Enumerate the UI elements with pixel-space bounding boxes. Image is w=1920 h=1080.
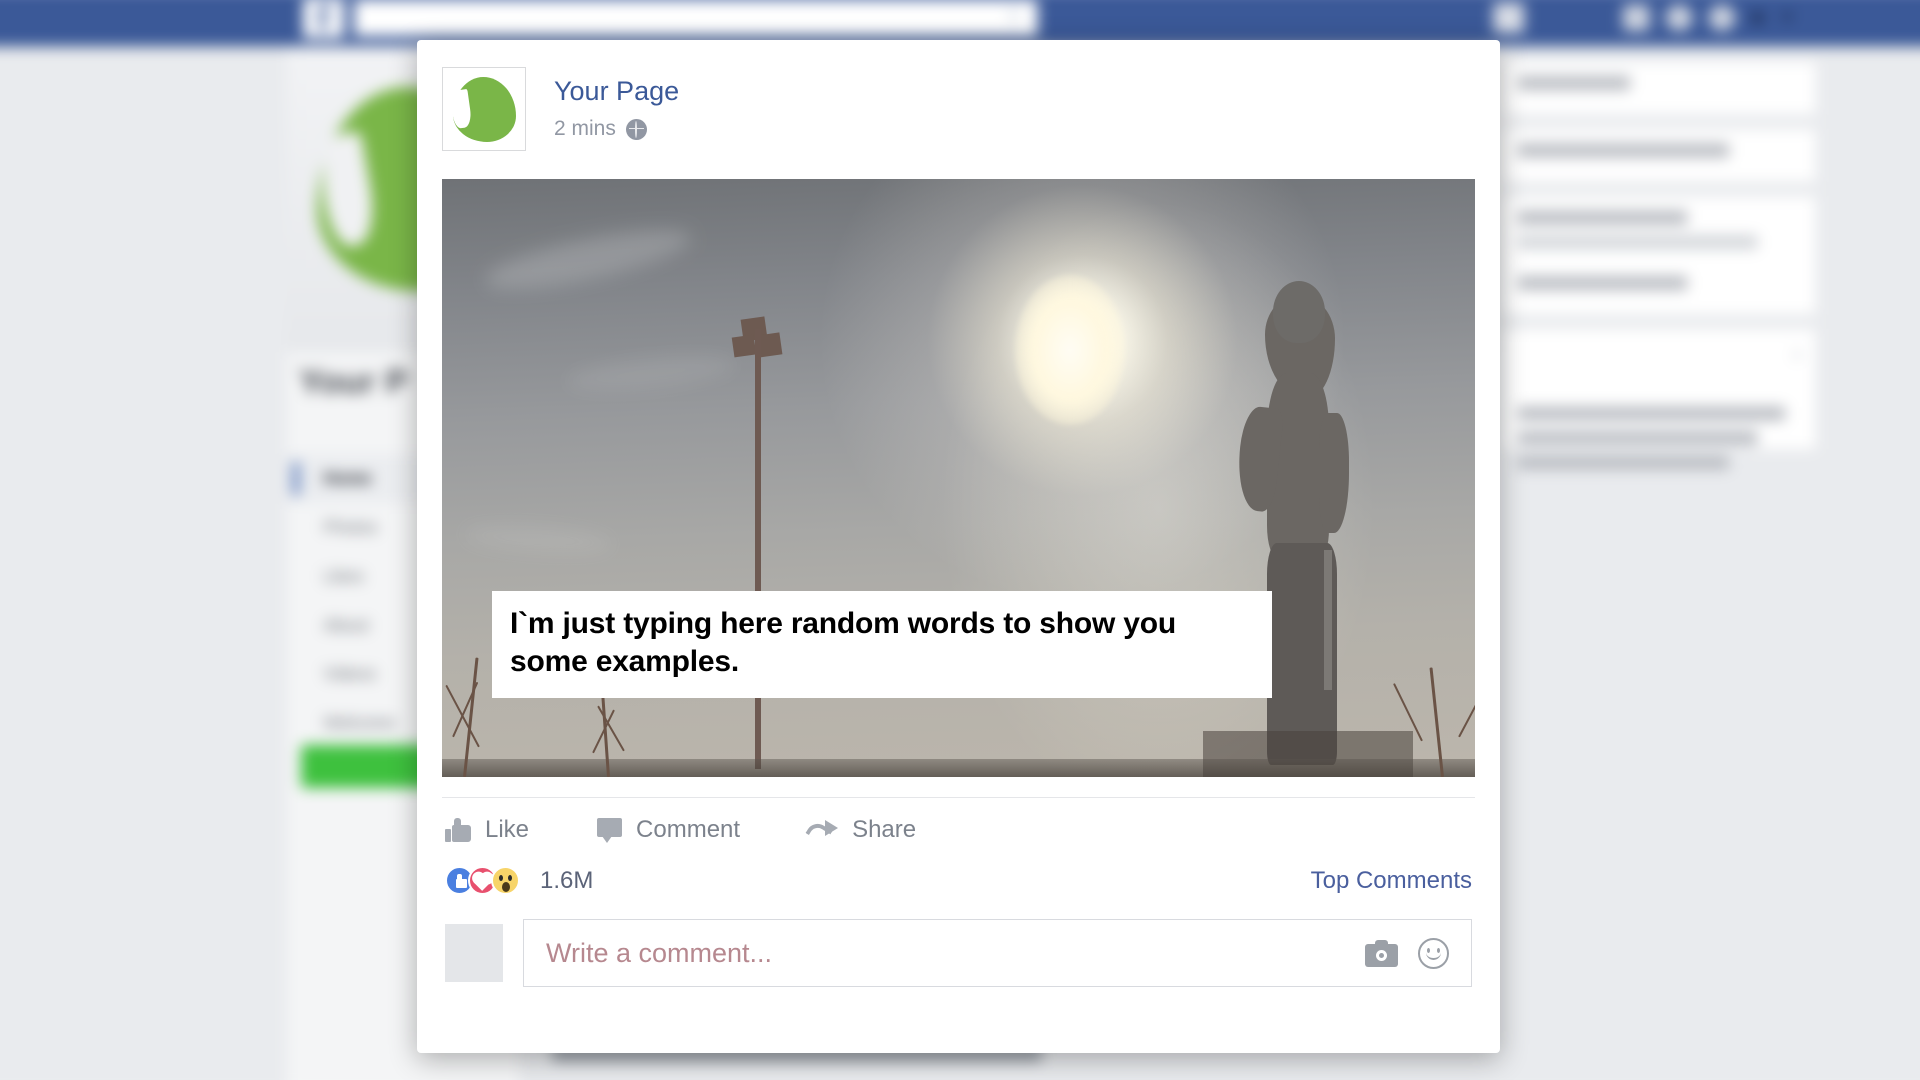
account-menu-icon[interactable] [1780, 13, 1795, 22]
comment-input[interactable]: Write a comment... [523, 919, 1472, 987]
card-line [1517, 75, 1631, 91]
search-input[interactable]: ⚲ [354, 0, 1038, 37]
photo-light-pole [754, 328, 761, 769]
photo-ground [442, 759, 1475, 777]
post-timestamp[interactable]: 2 mins [554, 117, 616, 141]
page-right-rail: › [1500, 60, 1817, 470]
composer-avatar [445, 924, 503, 982]
post-header: Your Page 2 mins [417, 40, 1500, 151]
navbar-profile-name[interactable] [1540, 9, 1572, 27]
photo-sun [1015, 274, 1126, 425]
page-avatar-leaf-logo-icon [453, 77, 516, 142]
post-meta: 2 mins [554, 117, 679, 141]
page-subtitle [299, 416, 354, 433]
like-button-label: Like [485, 816, 530, 843]
card-line [1517, 235, 1758, 250]
wow-reaction-icon [491, 866, 520, 895]
comment-button-label: Comment [636, 816, 741, 843]
right-rail-card-4: › [1500, 327, 1817, 470]
post-action-bar: Like Comment Share [417, 798, 1500, 862]
share-button-label: Share [852, 816, 917, 843]
photo-caption-overlay: I`m just typing here random words to sho… [492, 591, 1272, 698]
post-header-text: Your Page 2 mins [554, 67, 679, 141]
reaction-count[interactable]: 1.6M [540, 867, 593, 895]
screen: f ⚲ Your P Home Photos Likes About Video… [0, 0, 1920, 1080]
smiley-icon[interactable] [1418, 937, 1449, 969]
card-line [1517, 143, 1730, 158]
card-line [1517, 275, 1687, 291]
chevron-right-icon[interactable]: › [1794, 343, 1801, 366]
navbar-avatar[interactable] [1493, 2, 1525, 34]
right-rail-card-2 [1500, 127, 1817, 184]
comment-button[interactable]: Comment [597, 816, 740, 844]
card-line [1517, 430, 1758, 446]
camera-icon[interactable] [1365, 939, 1398, 967]
top-comments-link[interactable]: Top Comments [1311, 867, 1472, 895]
post-modal: Your Page 2 mins I`m just typing here ra… [417, 40, 1500, 1053]
card-line [1517, 455, 1730, 470]
comment-input-placeholder: Write a comment... [546, 937, 773, 968]
photo-leg-gap [1324, 549, 1333, 690]
speech-bubble-icon [597, 818, 623, 843]
card-line [1517, 210, 1687, 225]
like-button[interactable]: Like [445, 816, 529, 844]
notifications-icon[interactable] [1708, 4, 1736, 32]
navbar-right-group [1493, 0, 1795, 46]
navbar-home-link[interactable] [1589, 9, 1607, 27]
post-author-name[interactable]: Your Page [554, 76, 679, 107]
messages-icon[interactable] [1665, 4, 1693, 32]
privacy-shortcuts-icon[interactable] [1751, 11, 1764, 24]
page-avatar[interactable] [442, 67, 526, 151]
page-title: Your P [299, 362, 409, 402]
globe-icon [625, 118, 647, 140]
right-rail-card-1 [1500, 60, 1817, 116]
comment-composer: Write a comment... [417, 895, 1500, 1013]
reaction-summary-row: 1.6M Top Comments [417, 862, 1500, 895]
right-rail-card-3 [1500, 195, 1817, 316]
facebook-logo-icon[interactable]: f [303, 0, 344, 39]
post-photo[interactable]: I`m just typing here random words to sho… [442, 179, 1475, 777]
photo-caption-text: I`m just typing here random words to sho… [510, 607, 1177, 679]
thumbs-up-icon [445, 818, 471, 842]
search-icon: ⚲ [1006, 6, 1021, 27]
share-button[interactable]: Share [805, 816, 917, 845]
share-arrow-icon [805, 818, 839, 845]
reaction-icons[interactable] [445, 866, 520, 895]
card-line [1517, 406, 1786, 421]
friend-requests-icon[interactable] [1623, 4, 1650, 32]
composer-icons [1365, 937, 1471, 969]
